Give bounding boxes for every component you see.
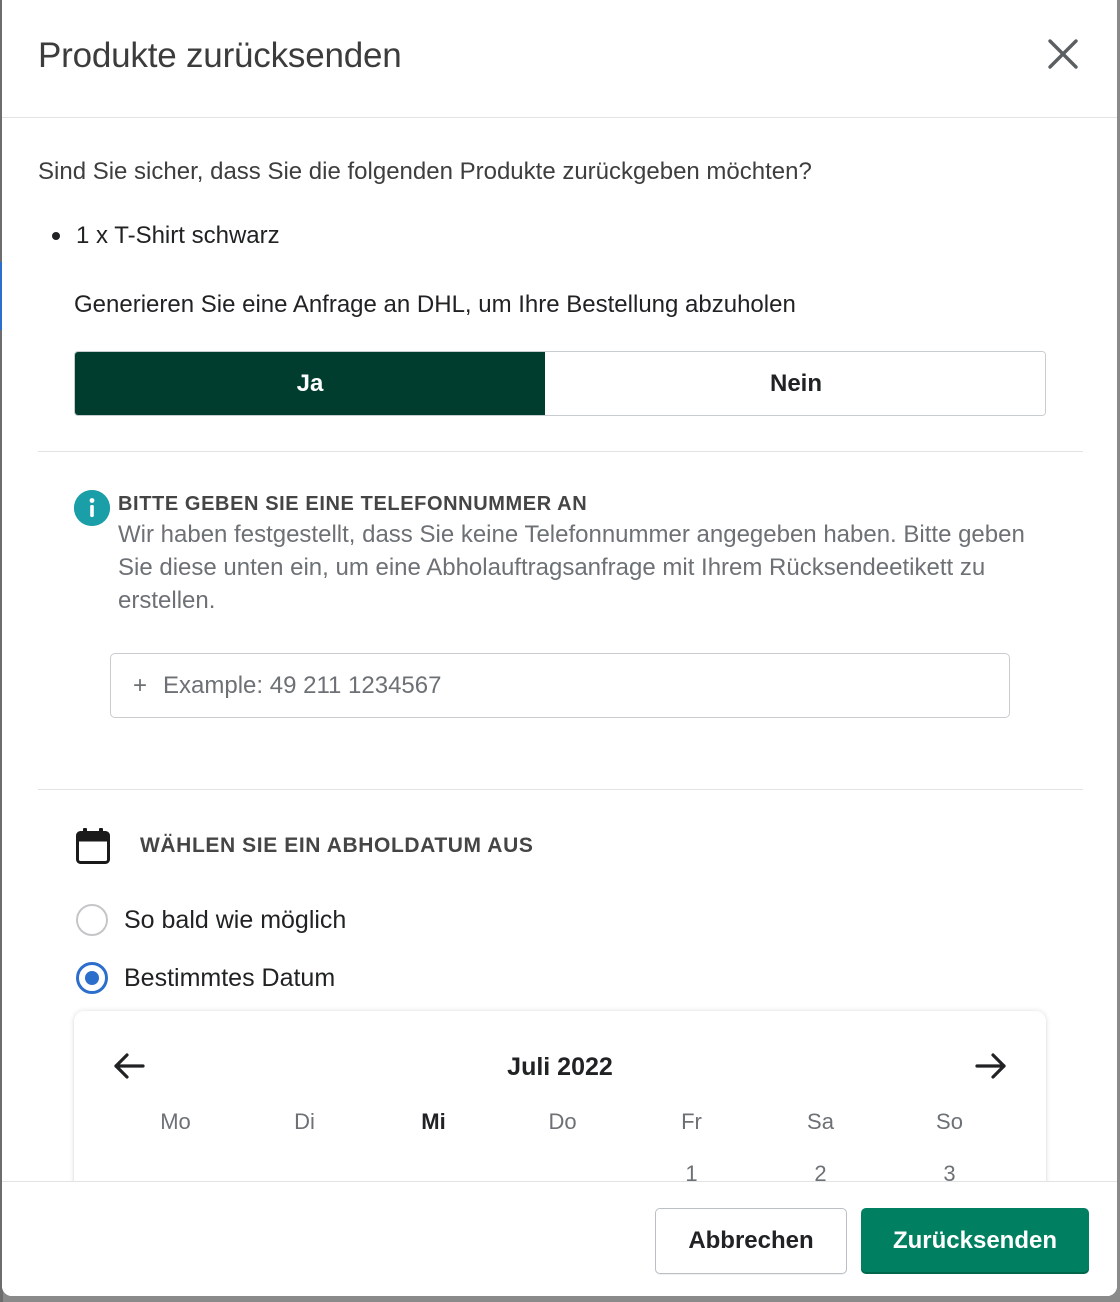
calendar-day-empty — [369, 1161, 498, 1181]
dialog-footer: Abbrechen Zurücksenden — [2, 1181, 1117, 1296]
confirm-question: Sind Sie sicher, dass Sie die folgenden … — [38, 158, 812, 185]
divider — [38, 451, 1083, 452]
toggle-no-button[interactable]: Nein — [545, 352, 1045, 415]
radio-asap[interactable]: So bald wie möglich — [76, 904, 346, 936]
calendar-day[interactable]: 2 — [756, 1161, 885, 1181]
weekday-label: Di — [294, 1109, 315, 1134]
calendar-icon — [76, 828, 110, 864]
calendar-week-row: 1 2 3 — [111, 1161, 1014, 1181]
divider — [38, 789, 1083, 790]
phone-notice-title: BITTE GEBEN SIE EINE TELEFONNUMMER AN — [118, 493, 588, 515]
date-picker: Juli 2022 Mo Di Mi Do Fr Sa So 1 2 3 — [74, 1011, 1046, 1181]
calendar-day-empty — [498, 1161, 627, 1181]
weekday-label: Mo — [160, 1109, 191, 1134]
calendar-day[interactable]: 3 — [885, 1161, 1014, 1181]
radio-button-checked[interactable] — [76, 962, 108, 994]
calendar-month-title: Juli 2022 — [507, 1053, 613, 1081]
product-label: 1 x T-Shirt schwarz — [76, 222, 280, 249]
dhl-pickup-label: Generieren Sie eine Anfrage an DHL, um I… — [74, 291, 796, 318]
arrow-right-icon[interactable] — [974, 1051, 1008, 1081]
weekday-header: Mo Di Mi Do Fr Sa So — [111, 1109, 1014, 1135]
calendar-day-empty — [111, 1161, 240, 1181]
toggle-yes-button[interactable]: Ja — [75, 352, 545, 415]
return-submit-button[interactable]: Zurücksenden — [861, 1208, 1089, 1274]
weekday-label: So — [936, 1109, 963, 1134]
dialog-header: Produkte zurücksenden — [2, 0, 1117, 118]
calendar-day-empty — [240, 1161, 369, 1181]
bullet — [52, 232, 60, 240]
product-list: 1 x T-Shirt schwarz — [52, 222, 280, 250]
phone-notice-text: Wir haben festgestellt, dass Sie keine T… — [118, 521, 1025, 614]
phone-field[interactable]: + — [110, 653, 1010, 718]
radio-specific-date[interactable]: Bestimmtes Datum — [76, 962, 335, 994]
weekday-label-current: Mi — [421, 1109, 446, 1134]
dialog-title: Produkte zurücksenden — [38, 36, 402, 75]
phone-prefix: + — [133, 671, 148, 699]
cancel-button[interactable]: Abbrechen — [655, 1208, 847, 1274]
list-item: 1 x T-Shirt schwarz — [52, 222, 280, 250]
radio-label: So bald wie möglich — [124, 905, 347, 934]
weekday-label: Do — [548, 1109, 577, 1134]
radio-label: Bestimmtes Datum — [124, 963, 336, 992]
info-icon — [74, 490, 110, 526]
return-dialog: Produkte zurücksenden Sind Sie sicher, d… — [2, 0, 1117, 1296]
weekday-label: Fr — [681, 1109, 702, 1134]
close-icon — [1048, 39, 1078, 69]
dialog-body: Sind Sie sicher, dass Sie die folgenden … — [2, 118, 1117, 1181]
phone-input[interactable] — [163, 671, 1009, 700]
radio-button[interactable] — [76, 904, 108, 936]
calendar-day[interactable]: 1 — [627, 1161, 756, 1181]
pickup-date-title: WÄHLEN SIE EIN ABHOLDATUM AUS — [140, 834, 534, 857]
weekday-label: Sa — [807, 1109, 834, 1134]
close-button[interactable] — [1040, 34, 1084, 78]
radio-dot — [85, 971, 99, 985]
pickup-toggle: Ja Nein — [74, 351, 1046, 416]
